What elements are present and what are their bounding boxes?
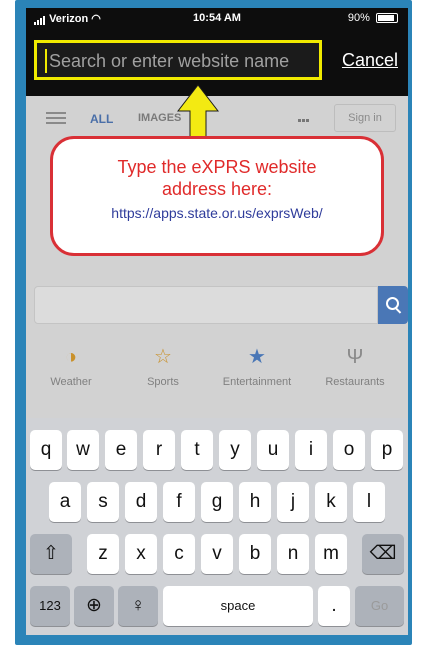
shortcut-label: Restaurants [325,376,385,388]
shift-icon: ⇧ [43,543,59,564]
phone-screen: Verizon ◠ 10:54 AM 90% Cancel ALL IMAGES… [26,8,408,635]
key-o[interactable]: o [333,430,365,470]
key-g[interactable]: g [201,482,233,522]
shortcut-label: Entertainment [222,376,292,388]
text-cursor [45,49,47,73]
fork-knife-icon: Ψ [346,346,364,368]
address-bar[interactable] [34,40,322,80]
key-k[interactable]: k [315,482,347,522]
period-key[interactable]: . [318,586,350,626]
space-key[interactable]: space [163,586,313,626]
shortcut-weather[interactable]: ◑ Weather [26,344,116,388]
globe-icon: ⊕ [86,595,102,616]
callout-line-1: Type the eXPRS website [117,157,317,177]
key-e[interactable]: e [105,430,137,470]
shift-key[interactable]: ⇧ [30,534,72,574]
key-y[interactable]: y [219,430,251,470]
go-key[interactable]: Go [355,586,404,626]
google-search-button[interactable] [378,286,408,324]
key-t[interactable]: t [181,430,213,470]
key-m[interactable]: m [315,534,347,574]
key-l[interactable]: l [353,482,385,522]
sign-in-button[interactable]: Sign in [334,104,396,132]
key-b[interactable]: b [239,534,271,574]
key-a[interactable]: a [49,482,81,522]
key-n[interactable]: n [277,534,309,574]
star-icon: ★ [248,346,266,368]
key-j[interactable]: j [277,482,309,522]
keyboard: q w e r t y u i o p a s d f g h j k l ⇧ … [26,418,408,635]
cancel-button[interactable]: Cancel [342,50,398,71]
key-q[interactable]: q [30,430,62,470]
key-s[interactable]: s [87,482,119,522]
status-bar: Verizon ◠ 10:54 AM 90% [26,8,408,30]
key-f[interactable]: f [163,482,195,522]
battery: 90% [348,12,398,24]
key-h[interactable]: h [239,482,271,522]
key-z[interactable]: z [87,534,119,574]
shortcut-sports[interactable]: ☆ Sports [118,344,208,388]
tab-all[interactable]: ALL [87,112,116,141]
shortcut-label: Weather [50,376,92,388]
numbers-key[interactable]: 123 [30,586,70,626]
microphone-icon: ♀ [130,595,146,616]
backspace-icon: ⌫ [369,543,397,564]
instruction-callout: Type the eXPRS website address here: htt… [50,136,384,256]
key-u[interactable]: u [257,430,289,470]
key-i[interactable]: i [295,430,327,470]
search-icon [386,297,399,310]
shortcut-entertainment[interactable]: ★ Entertainment [212,344,302,388]
globe-key[interactable]: ⊕ [74,586,114,626]
address-input[interactable] [49,47,317,75]
tab-images[interactable]: IMAGES [138,112,181,124]
shortcut-row: ◑ Weather ☆ Sports ★ Entertainment Ψ Res… [26,344,408,404]
dictation-key[interactable]: ♀ [118,586,158,626]
key-v[interactable]: v [201,534,233,574]
weather-icon: ◑ [64,346,78,368]
battery-icon [376,13,398,24]
trophy-icon: ☆ [154,346,172,368]
key-x[interactable]: x [125,534,157,574]
shortcut-label: Sports [147,376,179,388]
google-search-input[interactable] [34,286,378,324]
callout-line-2: address here: [161,179,273,199]
callout-url: https://apps.state.or.us/exprsWeb/ [111,205,323,221]
battery-label: 90% [347,12,370,24]
shortcut-restaurants[interactable]: Ψ Restaurants [310,344,400,388]
key-p[interactable]: p [371,430,403,470]
key-w[interactable]: w [67,430,99,470]
menu-icon[interactable] [46,112,66,127]
key-r[interactable]: r [143,430,175,470]
key-d[interactable]: d [125,482,157,522]
key-c[interactable]: c [163,534,195,574]
backspace-key[interactable]: ⌫ [362,534,404,574]
